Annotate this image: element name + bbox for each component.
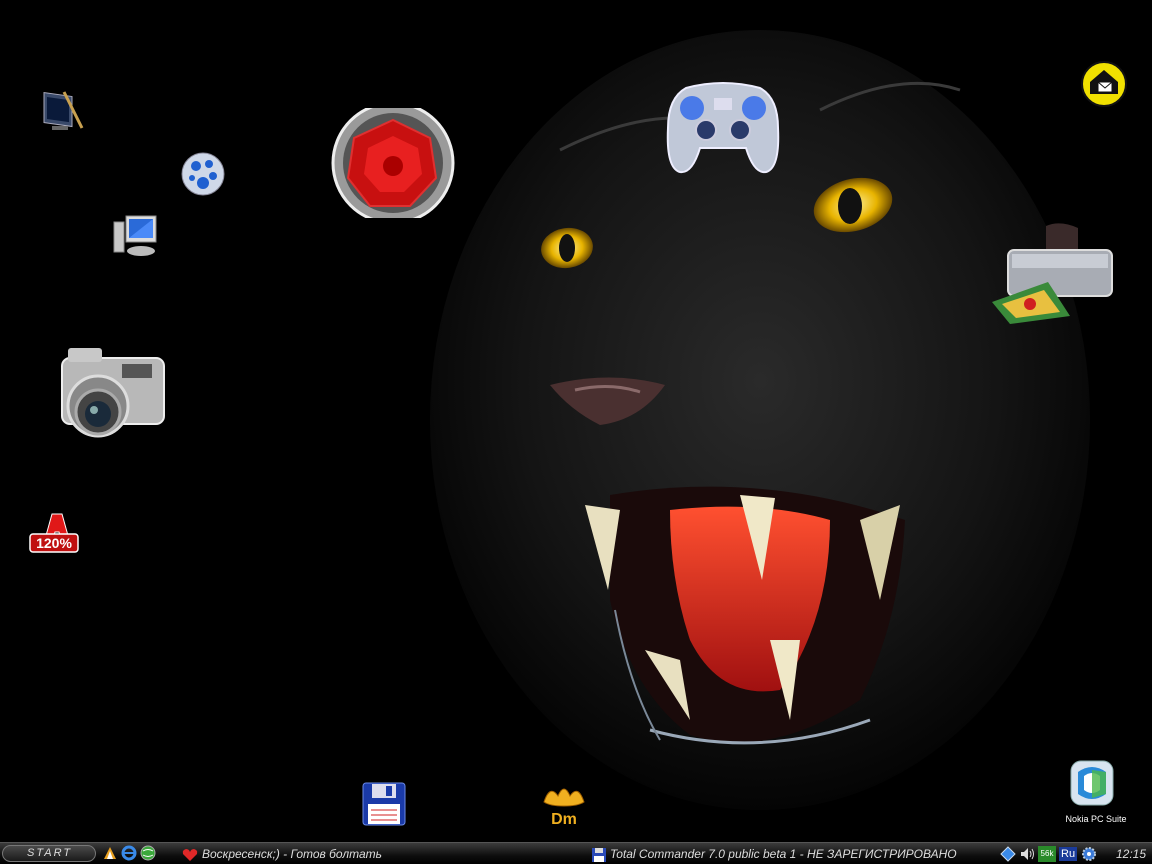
language-indicator[interactable]: Ru — [1059, 847, 1078, 861]
mail-agent-icon[interactable] — [1080, 60, 1128, 108]
system-tray: 56k Ru 12:15 — [1000, 844, 1152, 864]
alcohol-120-icon[interactable]: 120% — [28, 510, 80, 560]
gear-icon[interactable] — [1081, 846, 1097, 862]
desktop[interactable]: 120% Dm Nokia PC Suite — [0, 0, 1152, 842]
task-total-commander[interactable]: Total Commander 7.0 public beta 1 - НЕ З… — [592, 845, 996, 863]
alcohol-icon-text: 120% — [36, 535, 72, 551]
connection-speed-badge[interactable]: 56k — [1038, 846, 1056, 862]
download-master-icon[interactable]: Dm — [540, 782, 588, 828]
my-computer-icon[interactable] — [112, 214, 158, 258]
floppy-disk-icon[interactable] — [362, 782, 406, 826]
floppy-small-icon — [592, 847, 606, 862]
internet-explorer-icon[interactable] — [121, 845, 137, 861]
globe-app-icon[interactable] — [181, 152, 225, 196]
start-button[interactable]: START — [2, 845, 96, 862]
task-total-commander-title: Total Commander 7.0 public beta 1 - НЕ З… — [610, 847, 957, 861]
gamepad-icon[interactable] — [666, 78, 780, 174]
heart-icon — [182, 848, 198, 861]
quick-launch — [102, 845, 156, 863]
nokia-pc-suite-label: Nokia PC Suite — [1065, 814, 1127, 824]
dm-icon-text: Dm — [551, 811, 577, 828]
start-label: START — [27, 847, 73, 859]
task-chat[interactable]: Воскресенск;) - Готов болтать — [182, 845, 582, 863]
printer-icon[interactable] — [990, 220, 1114, 326]
nokia-pc-suite-icon[interactable]: Nokia PC Suite — [1065, 758, 1127, 824]
volume-icon[interactable] — [1019, 846, 1035, 862]
task-chat-title: Воскресенск;) - Готов болтать — [202, 847, 382, 861]
speaker-icon[interactable] — [330, 108, 456, 218]
panther-wallpaper — [430, 30, 1090, 810]
browser-globe-icon[interactable] — [140, 845, 156, 861]
digital-camera-icon[interactable] — [58, 344, 168, 442]
network-diamond-icon[interactable] — [1000, 846, 1016, 862]
clock[interactable]: 12:15 — [1116, 847, 1146, 861]
taskbar: START Воскресенск;) - Готов болтать Tota… — [0, 842, 1152, 864]
show-desktop-icon[interactable] — [102, 845, 118, 861]
display-properties-icon[interactable] — [40, 88, 86, 134]
